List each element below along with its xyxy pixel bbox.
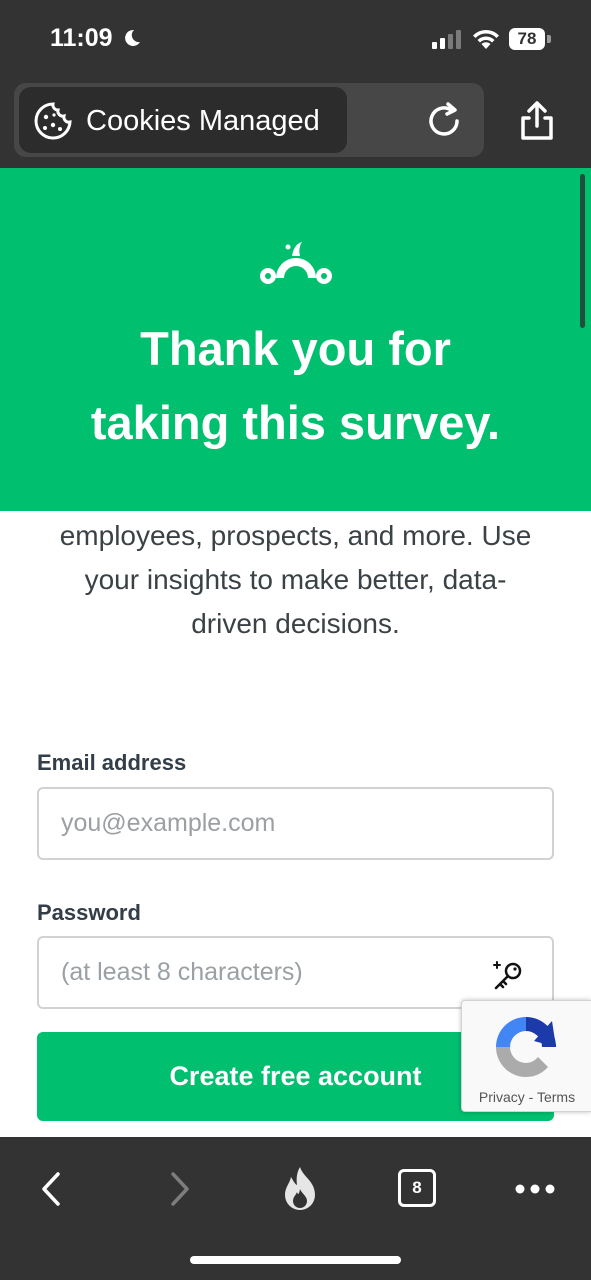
password-label: Password xyxy=(37,900,141,925)
recaptcha-privacy-link[interactable]: Privacy xyxy=(479,1089,525,1105)
intro-text: employees, prospects, and more. Use your… xyxy=(30,514,561,646)
cookies-managed-button[interactable]: Cookies Managed xyxy=(19,87,347,153)
intro-line-3: driven decisions. xyxy=(191,608,400,639)
thank-you-banner: Thank you for taking this survey. xyxy=(0,168,591,511)
password-key-icon[interactable] xyxy=(491,958,525,992)
moon-icon xyxy=(125,29,140,46)
recaptcha-terms-link[interactable]: Terms xyxy=(537,1089,575,1105)
tabs-icon[interactable]: 8 xyxy=(398,1169,436,1207)
back-icon[interactable] xyxy=(32,1169,72,1209)
reload-icon[interactable] xyxy=(424,101,464,141)
status-time: 11:09 xyxy=(50,24,113,52)
intro-line-1: employees, prospects, and more. Use xyxy=(59,520,532,551)
recaptcha-icon xyxy=(496,1017,556,1077)
page-title: Thank you for taking this survey. xyxy=(0,312,591,460)
share-icon[interactable] xyxy=(517,100,557,142)
forward-icon[interactable] xyxy=(159,1169,199,1209)
password-input[interactable] xyxy=(39,938,552,1007)
recaptcha-links: Privacy - Terms xyxy=(462,1089,591,1105)
password-field[interactable] xyxy=(37,936,554,1009)
battery-icon: 78 xyxy=(509,28,551,50)
email-field[interactable] xyxy=(37,787,554,860)
scrollbar-thumb[interactable] xyxy=(580,174,585,328)
surveymonkey-logo-icon xyxy=(260,242,332,284)
home-indicator[interactable] xyxy=(190,1256,401,1264)
cookie-icon xyxy=(34,102,72,140)
browser-top-chrome: 11:09 78 Cookies Managed xyxy=(0,0,591,168)
email-input[interactable] xyxy=(39,789,552,858)
fire-icon[interactable] xyxy=(279,1165,321,1211)
intro-line-2: your insights to make better, data- xyxy=(84,564,507,595)
more-icon[interactable] xyxy=(512,1169,558,1209)
wifi-icon xyxy=(473,29,499,49)
email-label: Email address xyxy=(37,750,187,775)
battery-level: 78 xyxy=(509,28,545,50)
title-line-1: Thank you for xyxy=(140,322,451,375)
title-line-2: taking this survey. xyxy=(90,396,501,449)
recaptcha-badge[interactable]: Privacy - Terms xyxy=(461,1000,591,1112)
signal-icon xyxy=(432,30,461,49)
battery-tip xyxy=(547,35,551,43)
recaptcha-separator: - xyxy=(524,1089,537,1105)
address-bar[interactable]: Cookies Managed xyxy=(14,83,484,157)
browser-bottom-toolbar: 8 xyxy=(0,1137,591,1280)
cookies-managed-label: Cookies Managed xyxy=(86,105,320,137)
